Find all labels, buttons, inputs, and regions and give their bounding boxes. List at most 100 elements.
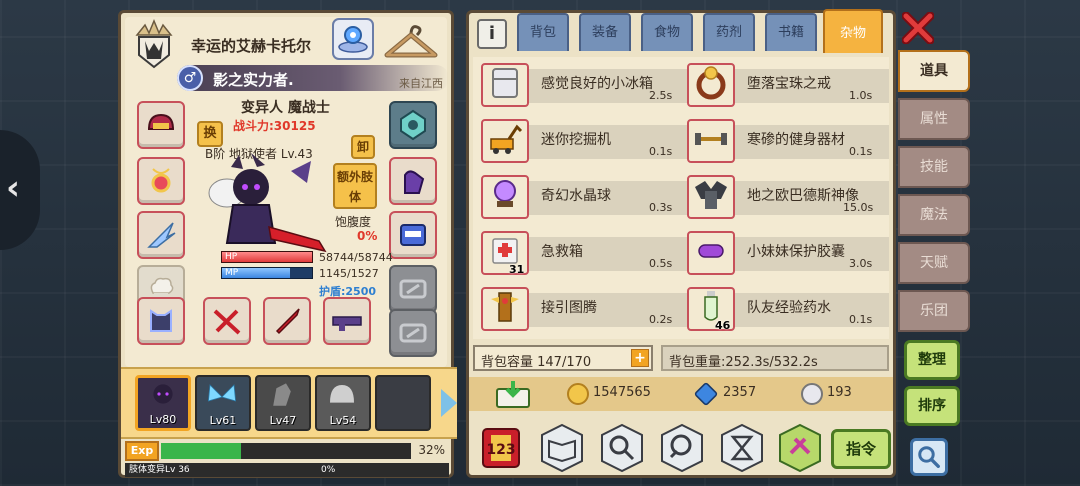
equip-slot-gun[interactable]	[323, 297, 371, 345]
search-icon[interactable]	[910, 438, 948, 476]
item-weight: 0.2s	[649, 313, 673, 326]
tab-potion[interactable]: 药剂	[703, 13, 755, 51]
item-weight: 1.0s	[849, 89, 873, 102]
mp-value: 1145/1527	[319, 267, 379, 280]
list-item[interactable]: 感觉良好的小冰箱 2.5s	[473, 59, 729, 107]
book-icon[interactable]	[537, 423, 587, 473]
currency-row: 1547565 2357 193	[469, 377, 893, 411]
pet-next-arrow-icon[interactable]	[441, 389, 457, 417]
armor-icon	[150, 309, 172, 332]
equip-slot-sword[interactable]	[263, 297, 311, 345]
inventory-panel: i 背包 装备 食物 药剂 书籍 杂物 感觉良好的小冰箱 2.5s 堕落宝珠之戒…	[466, 9, 896, 478]
gold-amount: 1547565	[593, 385, 651, 400]
item-weight: 2.5s	[649, 89, 673, 102]
mp-label: MP	[225, 268, 239, 278]
side-tab-talent[interactable]: 天赋	[898, 242, 970, 284]
pet-level: Lv47	[269, 414, 297, 427]
excavator-icon	[490, 124, 523, 154]
badge-icon[interactable]	[331, 17, 375, 61]
magnifier-icon[interactable]	[597, 423, 647, 473]
satiety-value: 0%	[357, 229, 378, 243]
equip-slot-gem[interactable]	[389, 101, 437, 149]
pet-slot-1[interactable]: Lv80	[135, 375, 191, 431]
list-item[interactable]: 小妹妹保护胶囊 3.0s	[679, 227, 889, 275]
diamond-icon	[693, 381, 719, 407]
equip-slot-gloves[interactable]	[389, 157, 437, 205]
equip-slot-empty-2[interactable]	[389, 309, 437, 357]
dumbbell-icon	[695, 133, 727, 145]
swap-button[interactable]: 换	[197, 121, 223, 147]
empty-slot-icon	[399, 323, 427, 343]
list-item[interactable]: 奇幻水晶球 0.3s	[473, 171, 729, 219]
backpack-capacity: 背包容量 147/170 +	[473, 345, 653, 371]
search-scroll-icon[interactable]	[657, 423, 707, 473]
tab-equipment[interactable]: 装备	[579, 13, 631, 51]
pet-slot-3[interactable]: Lv47	[255, 375, 311, 431]
gold-coin-icon	[567, 383, 589, 405]
svg-text:123: 123	[486, 442, 515, 458]
equip-slot-armor[interactable]	[137, 297, 185, 345]
list-item[interactable]: 寒碜的健身器材 0.1s	[679, 115, 889, 163]
ranking-icon[interactable]: 123	[479, 423, 523, 473]
gloves-icon	[404, 170, 425, 194]
item-weight: 15.0s	[843, 201, 874, 214]
butterfly-icon	[207, 384, 237, 402]
character-title[interactable]: 影之实力者.	[213, 69, 294, 90]
command-button[interactable]: 指令	[831, 429, 891, 469]
list-item[interactable]: 地之欧巴德斯神像 15.0s	[679, 171, 889, 219]
pet-bar: Lv80 Lv61 Lv47 Lv54	[121, 367, 457, 439]
info-button[interactable]: i	[477, 19, 507, 49]
storage-chest-icon[interactable]	[495, 379, 531, 409]
left-arrow-icon[interactable]: ‹	[6, 168, 20, 208]
list-item[interactable]: 堕落宝珠之戒 1.0s	[679, 59, 889, 107]
side-tab-items[interactable]: 道具	[898, 50, 970, 92]
backpack-weight: 背包重量:252.3s/532.2s	[661, 345, 889, 371]
tab-food[interactable]: 食物	[641, 13, 693, 51]
hourglass-icon[interactable]	[717, 423, 767, 473]
list-item[interactable]: 31 急救箱 0.5s	[473, 227, 729, 276]
pet-level: Lv61	[209, 414, 237, 427]
organize-button[interactable]: 整理	[904, 340, 960, 380]
equip-slot-amulet[interactable]	[137, 157, 185, 205]
exp-percent: 32%	[418, 443, 445, 457]
pet-slot-4[interactable]: Lv54	[315, 375, 371, 431]
list-item[interactable]: 46 队友经验药水 0.1s	[679, 283, 889, 332]
device-icon	[400, 224, 426, 246]
item-name: 奇幻水晶球	[541, 188, 611, 204]
equip-slot-bow[interactable]	[203, 297, 251, 345]
list-item[interactable]: 迷你挖掘机 0.1s	[473, 115, 729, 163]
guild-emblem-icon[interactable]	[131, 17, 177, 69]
side-tab-band[interactable]: 乐团	[898, 290, 970, 332]
tab-backpack[interactable]: 背包	[517, 13, 569, 51]
pet-slot-2[interactable]: Lv61	[195, 375, 251, 431]
item-name: 堕落宝珠之戒	[747, 76, 831, 92]
close-icon[interactable]	[902, 12, 934, 44]
item-weight: 3.0s	[849, 257, 873, 270]
sort-button[interactable]: 排序	[904, 386, 960, 426]
tab-misc[interactable]: 杂物	[823, 9, 883, 53]
unload-button[interactable]: 卸	[351, 135, 375, 159]
equip-slot-device[interactable]	[389, 211, 437, 259]
list-item[interactable]: 接引图腾 0.2s	[473, 283, 729, 331]
side-tab-magic[interactable]: 魔法	[898, 194, 970, 236]
hero-sprite	[208, 153, 327, 253]
recycle-icon[interactable]	[775, 423, 825, 473]
pet-slot-5[interactable]	[375, 375, 431, 431]
equip-slot-wings[interactable]	[137, 211, 185, 259]
male-gender-icon: ♂	[177, 65, 203, 91]
silver-amount: 193	[827, 385, 852, 400]
horse-icon	[273, 383, 291, 406]
item-weight: 0.5s	[649, 257, 673, 270]
tab-books[interactable]: 书籍	[765, 13, 817, 51]
item-count: 31	[509, 263, 525, 276]
side-tab-skills[interactable]: 技能	[898, 146, 970, 188]
equip-slot-helmet[interactable]	[137, 101, 185, 149]
hp-label: HP	[225, 252, 238, 262]
character-name: 幸运的艾赫卡托尔	[191, 37, 312, 55]
item-weight: 0.1s	[849, 145, 873, 158]
wardrobe-hanger-icon[interactable]	[381, 21, 441, 67]
equip-slot-empty-1[interactable]	[389, 265, 437, 313]
expand-capacity-button[interactable]: +	[631, 349, 649, 367]
side-tab-attributes[interactable]: 属性	[898, 98, 970, 140]
limb-mutation-label: 肢体变异Lv 36	[129, 465, 190, 475]
